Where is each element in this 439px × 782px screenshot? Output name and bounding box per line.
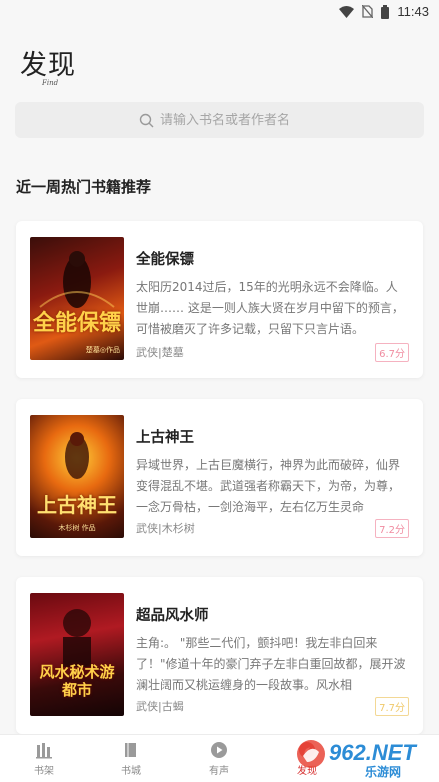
cover-title: 全能保镖 (32, 310, 121, 336)
search-input[interactable] (160, 112, 300, 128)
book-score: 7.2分 (375, 519, 409, 538)
book-score: 7.7分 (375, 697, 409, 716)
book-description: 主角:。 "那些二代们，颤抖吧！我左非白回来了！"修道十年的豪门弃子左非白重回故… (136, 636, 406, 692)
play-icon (211, 742, 227, 758)
status-bar: 11:43 (0, 0, 439, 24)
bookshelf-icon (36, 743, 52, 759)
tab-label: 书架 (34, 766, 54, 777)
status-icons: 11:43 (339, 4, 429, 19)
cover-title: 上古神王 (37, 493, 117, 517)
cover-title: 风水秘术游都市 (39, 663, 115, 699)
watermark-graphic: 962.NET 乐游网 (297, 740, 417, 779)
book-meta: 武侠|楚墓 (136, 346, 184, 359)
cover-art (39, 251, 115, 308)
book-title[interactable]: 上古神王 (136, 426, 194, 447)
section-title: 近一周热门书籍推荐 (16, 178, 152, 196)
tab-label: 有声 (209, 766, 229, 777)
book-city-icon (125, 743, 136, 757)
book-card[interactable]: 全能保镖 楚墓◎作品 全能保镖 太阳历2014过后，15年的光明永远不会降临。人… (16, 221, 423, 378)
battery-icon (381, 4, 390, 19)
tab-audio[interactable]: 有声 (189, 741, 249, 777)
search-bar[interactable] (15, 102, 424, 138)
book-cover[interactable]: 风水秘术游都市 (30, 593, 124, 716)
tab-label: 书城 (121, 766, 141, 777)
cover-author: 木杉树 作品 (58, 524, 96, 532)
watermark-brand: 962.NET (329, 740, 417, 765)
cover-author: 楚墓◎作品 (85, 346, 120, 354)
book-title[interactable]: 超品风水师 (136, 604, 209, 625)
no-sim-icon (362, 5, 374, 18)
book-card[interactable]: 上古神王 木杉树 作品 上古神王 异域世界，上古巨魔横行，神界为此而破碎，仙界变… (16, 399, 423, 556)
book-description: 太阳历2014过后，15年的光明永远不会降临。人世崩…… 这是一则人族大贤在岁月… (136, 280, 404, 336)
book-card[interactable]: 风水秘术游都市 超品风水师 主角:。 "那些二代们，颤抖吧！我左非白回来了！"修… (16, 577, 423, 734)
tab-bookshelf[interactable]: 书架 (14, 741, 74, 777)
search-icon (139, 113, 154, 127)
book-cover[interactable]: 全能保镖 楚墓◎作品 (30, 237, 124, 360)
page-header: 发现 Find (20, 48, 76, 87)
wifi-icon (339, 5, 355, 18)
tab-book-city[interactable]: 书城 (101, 741, 161, 777)
page-subtitle: Find (42, 79, 59, 87)
watermark-logo: 962.NET 乐游网 (293, 734, 433, 780)
book-description: 异域世界，上古巨魔横行，神界为此而破碎，仙界变得混乱不堪。武道强者称霸天下，为帝… (136, 458, 401, 514)
book-title[interactable]: 全能保镖 (136, 248, 194, 269)
book-meta: 武侠|木杉树 (136, 522, 195, 535)
status-time: 11:43 (397, 4, 429, 19)
cover-art (65, 432, 89, 479)
book-cover[interactable]: 上古神王 木杉树 作品 (30, 415, 124, 538)
book-score: 6.7分 (375, 343, 409, 362)
watermark-sub: 乐游网 (365, 764, 401, 779)
book-meta: 武侠|古蝎 (136, 700, 184, 713)
